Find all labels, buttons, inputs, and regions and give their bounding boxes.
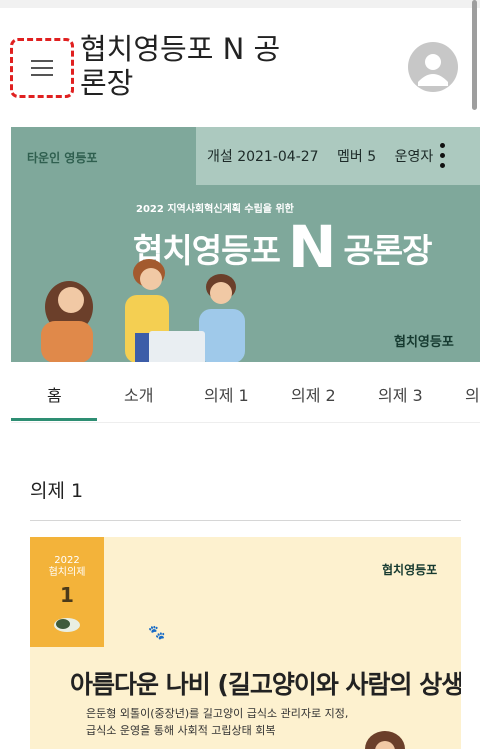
paw-icon: 🐾 — [148, 625, 166, 641]
tab-agenda-2[interactable]: 의제 2 — [291, 382, 336, 406]
admin-label: 운영자 — [394, 149, 434, 165]
banner-stamp: 협치영등포 — [394, 335, 454, 350]
cat-icon — [54, 618, 80, 632]
app-header: 협치영등포 N 공론장 — [0, 8, 480, 118]
headline-right: 공론장 — [343, 231, 432, 270]
badge-label: 2022 협치의제 — [30, 555, 104, 579]
hamburger-menu-icon — [31, 60, 53, 76]
tab-overflow[interactable]: 의 — [465, 382, 480, 406]
active-tab-indicator — [11, 418, 97, 421]
tab-bar: 홈 소개 의제 1 의제 2 의제 3 의 — [11, 362, 480, 423]
member-count: 멤버 5 — [337, 149, 377, 165]
badge-year: 2022 — [54, 555, 80, 566]
card-desc-line-1: 은둔형 외톨이(중장년)를 길고양이 급식소 관리자로 지정, — [86, 707, 349, 720]
section-divider — [30, 520, 461, 521]
tab-agenda-3[interactable]: 의제 3 — [378, 382, 423, 406]
card-title: 아름다운 나비 (길고양이와 사람의 상생) — [70, 670, 461, 699]
scrollbar-thumb[interactable] — [472, 0, 477, 110]
community-banner: 타운인 영등포 개설 2021-04-27 멤버 5 운영자 2022 지역사회… — [11, 127, 480, 362]
tab-agenda-1[interactable]: 의제 1 — [204, 382, 249, 406]
page-title: 협치영등포 N 공론장 — [80, 32, 281, 100]
kebab-more-icon[interactable] — [439, 143, 445, 169]
agenda-badge: 2022 협치의제 1 — [30, 537, 104, 647]
badge-number: 1 — [60, 583, 74, 607]
headline-n: N — [287, 213, 337, 281]
status-strip — [0, 0, 480, 8]
section-title: 의제 1 — [30, 480, 84, 502]
card-stamp: 협치영등포 — [382, 563, 438, 577]
badge-caption: 협치의제 — [48, 567, 86, 578]
community-info: 개설 2021-04-27 멤버 5 운영자 — [207, 146, 447, 166]
user-avatar-icon[interactable] — [408, 42, 458, 92]
card-description: 은둔형 외톨이(중장년)를 길고양이 급식소 관리자로 지정, 급식소 운영을 … — [86, 705, 348, 739]
card-desc-line-2: 급식소 운영을 통해 사회적 고립상태 회복 — [86, 724, 276, 737]
banner-logo: 타운인 영등포 — [27, 151, 98, 165]
tab-intro[interactable]: 소개 — [124, 382, 153, 406]
people-illustration — [41, 259, 245, 362]
agenda-card[interactable]: 2022 협치의제 1 협치영등포 🐾 아름다운 나비 (길고양이와 사람의 상… — [30, 537, 461, 749]
menu-button[interactable] — [10, 38, 74, 98]
person-illustration — [365, 731, 405, 749]
opened-date: 개설 2021-04-27 — [207, 149, 319, 165]
tab-home[interactable]: 홈 — [47, 382, 62, 406]
